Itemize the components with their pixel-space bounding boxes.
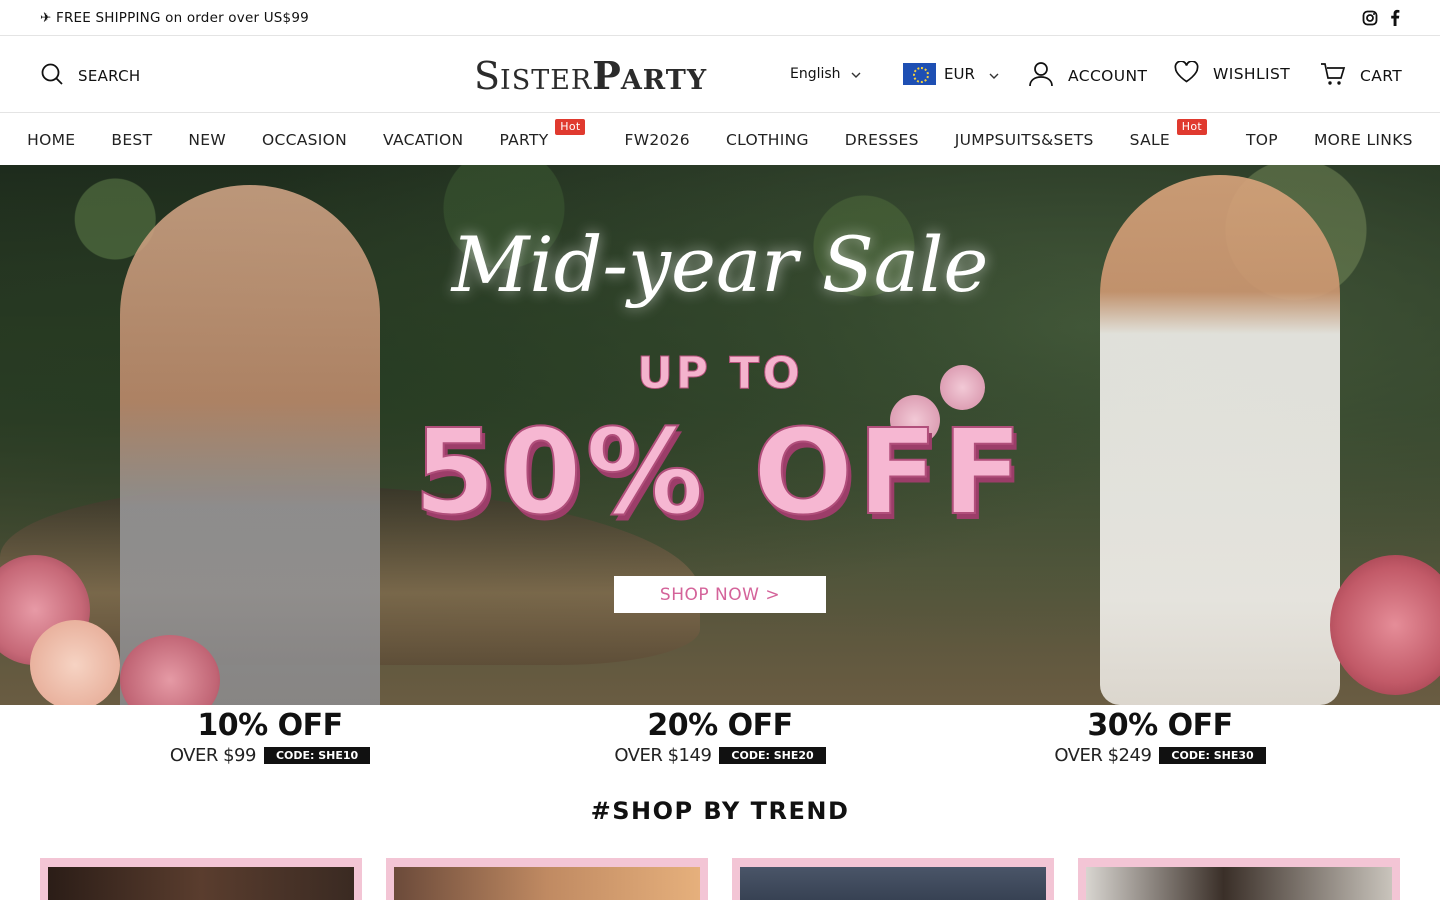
promo-threshold: OVER $149 (614, 745, 712, 766)
nav-item-new[interactable]: NEW (188, 131, 226, 149)
promo-tier-2[interactable]: 20% OFF OVER $149 CODE: SHE20 (590, 708, 850, 766)
eu-flag-icon (903, 63, 936, 85)
nav-item-vacation[interactable]: VACATION (383, 131, 463, 149)
site-header: SEARCH SISTERPARTY English EUR ACCOUNT W… (0, 37, 1440, 113)
wishlist-label: WISHLIST (1213, 65, 1291, 83)
search-label: SEARCH (78, 67, 141, 85)
trend-card[interactable] (40, 858, 362, 900)
search-button[interactable]: SEARCH (40, 62, 141, 90)
nav-item-clothing[interactable]: CLOTHING (726, 131, 809, 149)
promo-code: CODE: SHE10 (263, 747, 371, 764)
instagram-icon[interactable] (1362, 10, 1378, 30)
nav-item-party[interactable]: PARTY Hot (499, 118, 586, 149)
promo-threshold: OVER $249 (1054, 745, 1152, 766)
social-links (1362, 9, 1400, 30)
promo-threshold: OVER $99 (169, 745, 257, 766)
account-link[interactable]: ACCOUNT (1028, 61, 1147, 91)
nav-item-label: SALE (1129, 130, 1171, 149)
shop-now-button[interactable]: SHOP NOW > (614, 576, 826, 613)
account-label: ACCOUNT (1068, 67, 1148, 85)
trend-card[interactable] (1078, 858, 1400, 900)
nav-item-best[interactable]: BEST (111, 131, 152, 149)
hero-subhead: UP TO (637, 348, 803, 400)
main-navigation: HOME BEST NEW OCCASION VACATION PARTY Ho… (0, 114, 1440, 165)
promo-discount: 30% OFF (1087, 708, 1233, 743)
promo-code: CODE: SHE20 (719, 747, 826, 764)
free-shipping-text: ✈ FREE SHIPPING on order over US$99 (40, 10, 309, 26)
trend-card[interactable] (732, 858, 1054, 900)
hero-headline: Mid-year Sale (451, 220, 989, 309)
announcement-bar: ✈ FREE SHIPPING on order over US$99 (0, 0, 1440, 36)
rose-decoration (30, 620, 120, 705)
trend-card[interactable] (386, 858, 708, 900)
hot-badge: Hot (1176, 118, 1208, 135)
search-icon (40, 62, 64, 90)
language-value: English (790, 66, 841, 82)
promo-tier-3[interactable]: 30% OFF OVER $249 CODE: SHE30 (1030, 708, 1290, 766)
cart-link[interactable]: CART (1320, 61, 1402, 91)
promo-code: CODE: SHE30 (1159, 747, 1266, 764)
nav-item-sale[interactable]: SALE Hot (1129, 118, 1208, 149)
nav-item-home[interactable]: HOME (27, 131, 75, 149)
currency-value: EUR (944, 65, 975, 83)
hot-badge: Hot (555, 118, 586, 135)
nav-item-occasion[interactable]: OCCASION (262, 131, 347, 149)
hero-banner[interactable]: Mid-year Sale UP TO 50% OFF SHOP NOW > (0, 165, 1440, 705)
promo-discount: 10% OFF (197, 708, 343, 743)
facebook-icon[interactable] (1390, 9, 1400, 30)
wishlist-link[interactable]: WISHLIST (1174, 60, 1291, 87)
chevron-down-icon (851, 66, 861, 82)
currency-selector[interactable]: EUR (903, 63, 999, 85)
promo-discount: 20% OFF (647, 708, 793, 743)
user-icon (1028, 61, 1054, 91)
cart-icon (1320, 61, 1346, 91)
language-selector[interactable]: English (790, 66, 861, 82)
section-title: #SHOP BY TREND (590, 797, 850, 825)
trend-card-image (1086, 867, 1392, 900)
site-logo[interactable]: SISTERPARTY (474, 53, 707, 98)
promo-tier-1[interactable]: 10% OFF OVER $99 CODE: SHE10 (140, 708, 400, 766)
trend-card-image (740, 867, 1046, 900)
cart-label: CART (1360, 67, 1403, 85)
nav-item-top[interactable]: TOP (1246, 131, 1278, 149)
hero-discount: 50% OFF (412, 402, 1027, 542)
nav-item-dresses[interactable]: DRESSES (845, 131, 919, 149)
nav-item-more-links[interactable]: MORE LINKS (1314, 131, 1413, 149)
nav-item-label: PARTY (499, 130, 549, 149)
heart-icon (1174, 60, 1199, 87)
trend-card-image (48, 867, 354, 900)
nav-item-jumpsuits-sets[interactable]: JUMPSUITS&SETS (955, 131, 1094, 149)
chevron-down-icon (989, 65, 999, 83)
trend-card-image (394, 867, 700, 900)
nav-item-fw2026[interactable]: FW2026 (624, 131, 690, 149)
